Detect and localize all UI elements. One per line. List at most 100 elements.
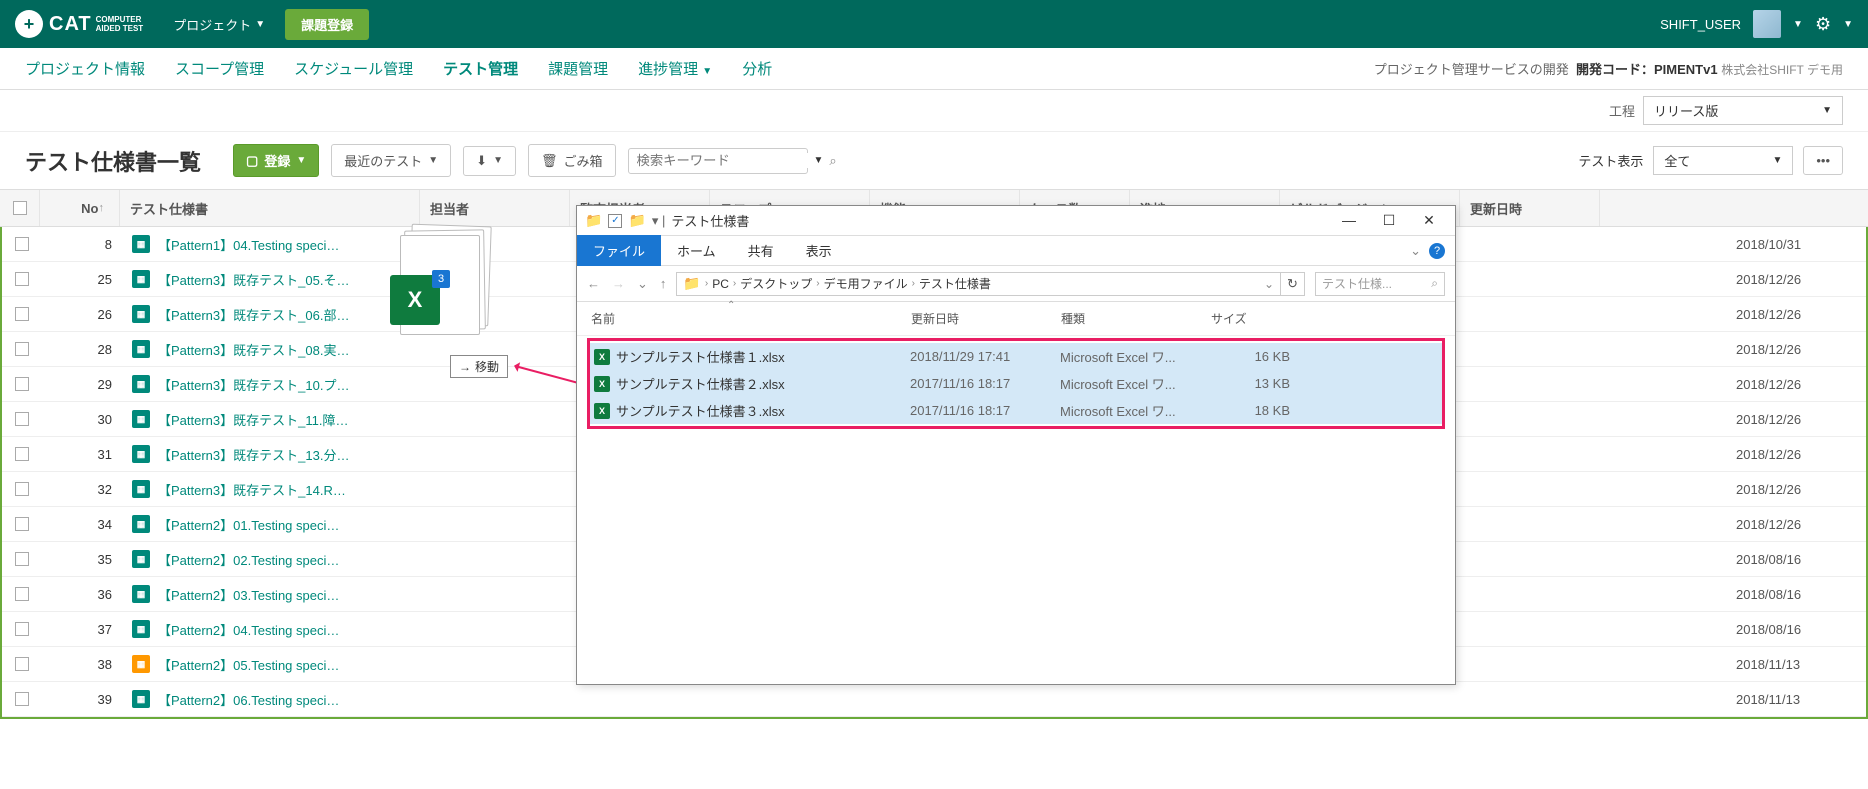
row-checkbox[interactable] xyxy=(15,657,29,671)
spec-icon: ▦ xyxy=(132,480,150,498)
maximize-button[interactable]: ☐ xyxy=(1379,212,1399,229)
row-checkbox[interactable] xyxy=(15,377,29,391)
file-row[interactable]: Xサンプルテスト仕様書２.xlsx2017/11/16 18:17Microso… xyxy=(590,370,1442,397)
explorer-titlebar[interactable]: 📁 ✓ 📁 ▾ | テスト仕様書 — ☐ ✕ xyxy=(577,206,1455,236)
recent-tests-button[interactable]: 最近のテスト▼ xyxy=(331,144,451,177)
refresh-button[interactable]: ↻ xyxy=(1281,272,1305,296)
back-button[interactable]: ← xyxy=(587,276,600,292)
nav-analysis[interactable]: 分析 xyxy=(742,58,772,79)
nav-test[interactable]: テスト管理 xyxy=(443,58,518,79)
row-name[interactable]: 【Pattern2】02.Testing speci… xyxy=(158,550,339,569)
filter-row: 工程 リリース版▼ xyxy=(0,90,1868,132)
gear-icon[interactable]: ⚙ xyxy=(1815,14,1831,35)
row-date: 2018/12/26 xyxy=(1726,517,1866,532)
explorer-search[interactable]: テスト仕様... ⌕ xyxy=(1315,272,1445,296)
tab-share[interactable]: 共有 xyxy=(732,235,790,266)
row-name[interactable]: 【Pattern2】06.Testing speci… xyxy=(158,690,339,709)
caret-down-icon: ▼ xyxy=(493,155,503,166)
row-name[interactable]: 【Pattern1】04.Testing speci… xyxy=(158,235,339,254)
avatar[interactable] xyxy=(1753,10,1781,38)
col-name[interactable]: テスト仕様書 xyxy=(120,190,420,226)
trash-button[interactable]: 🗑ごみ箱 xyxy=(528,144,616,177)
col-type[interactable]: 種類 xyxy=(1061,310,1211,327)
minimize-button[interactable]: — xyxy=(1339,212,1359,229)
row-checkbox[interactable] xyxy=(15,482,29,496)
project-menu[interactable]: プロジェクト▼ xyxy=(173,15,265,34)
col-name[interactable]: 名前 xyxy=(591,310,911,327)
caret-down-icon: ▼ xyxy=(428,155,438,166)
breadcrumb[interactable]: 📁 › PC› デスクトップ› デモ用ファイル› テスト仕様書 ⌄ xyxy=(676,272,1281,296)
file-row[interactable]: Xサンプルテスト仕様書１.xlsx2018/11/29 17:41Microso… xyxy=(590,343,1442,370)
col-date[interactable]: 更新日時 xyxy=(911,310,1061,327)
row-checkbox[interactable] xyxy=(15,447,29,461)
nav-project-info[interactable]: プロジェクト情報 xyxy=(25,58,145,79)
file-row[interactable]: Xサンプルテスト仕様書３.xlsx2017/11/16 18:17Microso… xyxy=(590,397,1442,424)
row-checkbox[interactable] xyxy=(15,272,29,286)
caret-down-icon[interactable]: ▼ xyxy=(1793,19,1803,30)
filter-label: 工程 xyxy=(1609,101,1635,120)
row-no: 34 xyxy=(42,517,122,532)
spec-icon: ▦ xyxy=(132,410,150,428)
row-name[interactable]: 【Pattern3】既存テスト_08.実… xyxy=(158,340,349,359)
logo[interactable]: + CAT COMPUTER AIDED TEST xyxy=(15,10,143,38)
row-checkbox[interactable] xyxy=(15,517,29,531)
search-icon[interactable]: ⌕ xyxy=(829,153,836,169)
download-button[interactable]: ⬇▼ xyxy=(463,146,516,176)
col-no[interactable]: No ↑ xyxy=(40,190,120,226)
caret-down-icon[interactable]: ▼ xyxy=(1843,19,1853,30)
row-name[interactable]: 【Pattern3】既存テスト_10.プ… xyxy=(158,375,349,394)
row-name[interactable]: 【Pattern2】05.Testing speci… xyxy=(158,655,339,674)
row-checkbox[interactable] xyxy=(15,342,29,356)
search-input[interactable] xyxy=(637,153,814,168)
row-name[interactable]: 【Pattern3】既存テスト_06.部… xyxy=(158,305,349,324)
row-checkbox[interactable] xyxy=(15,237,29,251)
row-name[interactable]: 【Pattern2】04.Testing speci… xyxy=(158,620,339,639)
row-name[interactable]: 【Pattern2】03.Testing speci… xyxy=(158,585,339,604)
tab-file[interactable]: ファイル xyxy=(577,235,661,266)
forward-button[interactable]: → xyxy=(612,276,625,292)
row-checkbox[interactable] xyxy=(15,552,29,566)
row-no: 35 xyxy=(42,552,122,567)
chevron-down-icon[interactable]: ⌄ xyxy=(1264,277,1274,291)
nav-scope[interactable]: スコープ管理 xyxy=(175,58,264,79)
row-checkbox[interactable] xyxy=(15,692,29,706)
table-row[interactable]: 39▦【Pattern2】06.Testing speci…2018/11/13 xyxy=(2,682,1866,717)
help-icon[interactable]: ? xyxy=(1429,243,1445,259)
tab-home[interactable]: ホーム xyxy=(661,235,732,266)
row-checkbox[interactable] xyxy=(15,622,29,636)
select-all-checkbox[interactable] xyxy=(13,201,27,215)
row-name[interactable]: 【Pattern2】01.Testing speci… xyxy=(158,515,339,534)
col-date[interactable]: 更新日時 xyxy=(1460,190,1600,226)
folder-icon: 📁 xyxy=(628,212,645,229)
ellipsis-icon: ••• xyxy=(1816,153,1830,168)
register-issue-button[interactable]: 課題登録 xyxy=(285,9,369,40)
nav-issue[interactable]: 課題管理 xyxy=(548,58,608,79)
row-name[interactable]: 【Pattern3】既存テスト_11.障… xyxy=(158,410,348,429)
filter-select[interactable]: リリース版▼ xyxy=(1643,96,1843,125)
file-date: 2018/11/29 17:41 xyxy=(910,349,1060,364)
row-checkbox[interactable] xyxy=(15,587,29,601)
search-box[interactable]: ▼ ⌕ xyxy=(628,148,808,174)
row-checkbox[interactable] xyxy=(15,412,29,426)
row-name[interactable]: 【Pattern3】既存テスト_14.R… xyxy=(158,480,346,499)
caret-down-icon: ▼ xyxy=(1772,155,1782,166)
close-button[interactable]: ✕ xyxy=(1419,212,1439,229)
more-button[interactable]: ••• xyxy=(1803,146,1843,175)
row-no: 31 xyxy=(42,447,122,462)
recent-dropdown[interactable]: ⌄ xyxy=(637,276,648,292)
caret-down-icon[interactable]: ▼ xyxy=(814,155,824,166)
nav-progress[interactable]: 進捗管理 ▼ xyxy=(638,58,712,79)
register-button[interactable]: ▢ 登録 ▼ xyxy=(233,144,319,177)
toolbar: テスト仕様書一覧 ▢ 登録 ▼ 最近のテスト▼ ⬇▼ 🗑ごみ箱 ▼ ⌕ テスト表… xyxy=(0,132,1868,189)
up-button[interactable]: ↑ xyxy=(660,276,667,292)
col-size[interactable]: サイズ xyxy=(1211,310,1291,327)
row-name[interactable]: 【Pattern3】既存テスト_13.分… xyxy=(158,445,349,464)
chevron-down-icon[interactable]: ⌄ xyxy=(1410,243,1421,259)
file-name: サンプルテスト仕様書１.xlsx xyxy=(616,347,785,366)
col-assign[interactable]: 担当者 xyxy=(420,190,570,226)
row-name[interactable]: 【Pattern3】既存テスト_05.そ… xyxy=(158,270,349,289)
nav-schedule[interactable]: スケジュール管理 xyxy=(294,58,413,79)
tab-view[interactable]: 表示 xyxy=(790,235,848,266)
row-checkbox[interactable] xyxy=(15,307,29,321)
display-select[interactable]: 全て▼ xyxy=(1653,146,1793,175)
